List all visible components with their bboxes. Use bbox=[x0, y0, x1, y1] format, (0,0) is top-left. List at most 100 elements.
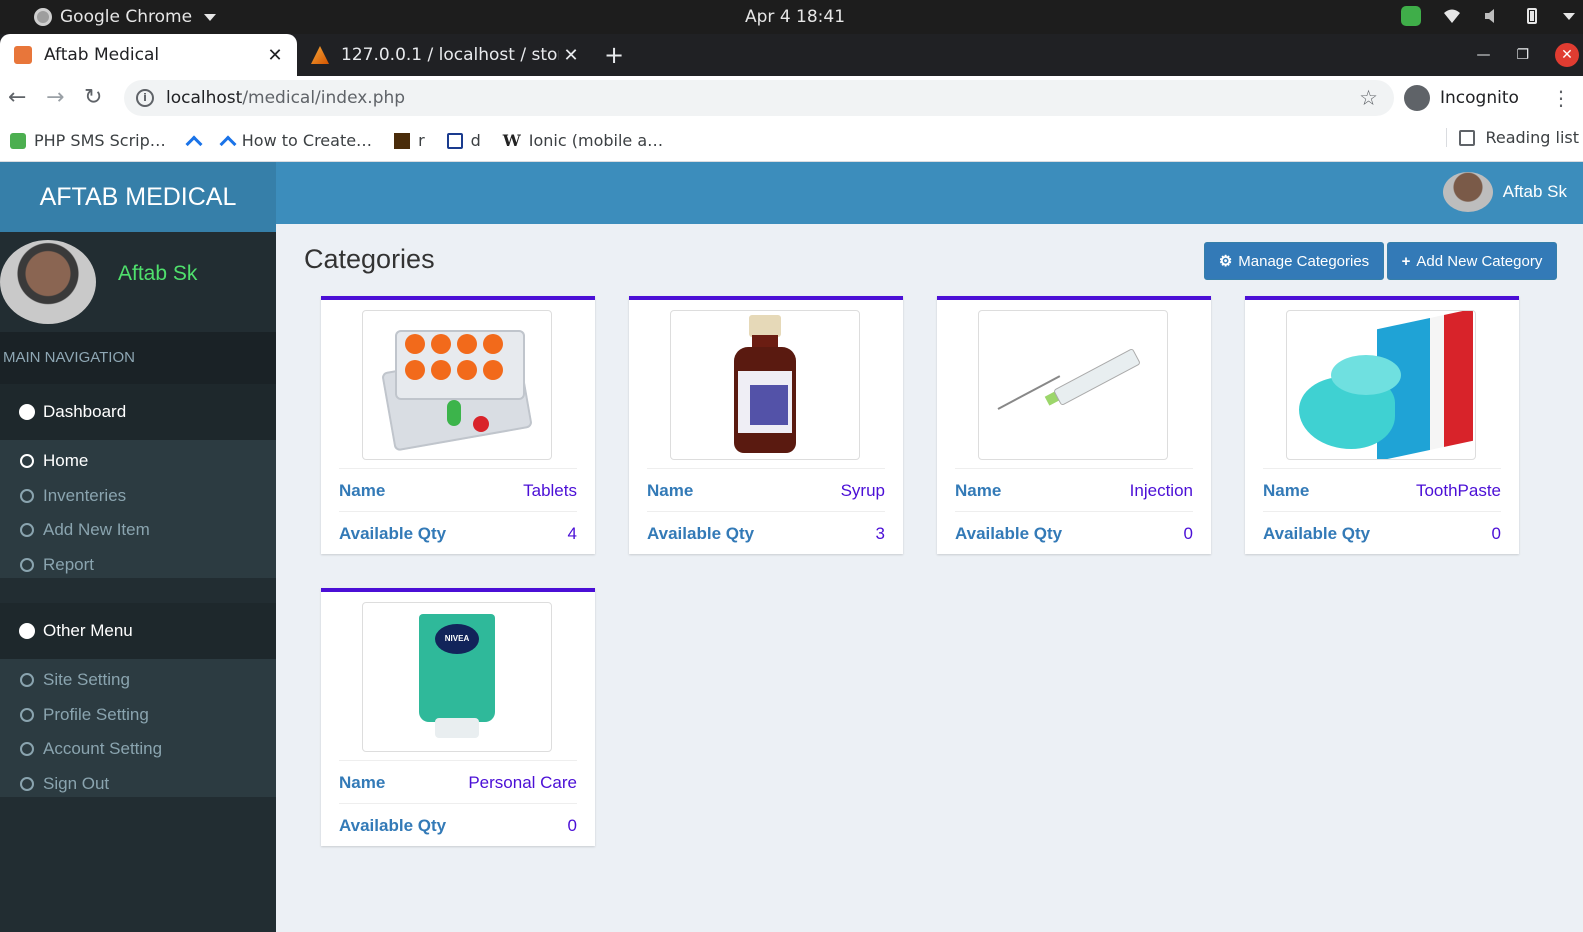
bookmark-star-icon[interactable]: ☆ bbox=[1359, 86, 1378, 110]
navbar-user-menu[interactable]: Aftab Sk bbox=[1442, 172, 1567, 212]
tab-phpmyadmin[interactable]: 127.0.0.1 / localhost / stor ✕ bbox=[297, 34, 593, 76]
sidebar-item-label: Account Setting bbox=[43, 739, 163, 759]
back-arrow-icon[interactable]: ← bbox=[8, 85, 26, 110]
sidebar: Aftab Sk MAIN NAVIGATION Dashboard Home … bbox=[0, 232, 276, 932]
forward-arrow-icon[interactable]: → bbox=[46, 85, 64, 110]
card-qty-row: Available Qty 0 bbox=[339, 803, 577, 847]
bookmark-item[interactable]: PHP SMS Scrip… bbox=[10, 131, 166, 150]
ionic-icon bbox=[446, 132, 463, 149]
dashboard-icon bbox=[19, 404, 35, 420]
circle-icon bbox=[20, 454, 34, 469]
reading-list-button[interactable]: Reading list bbox=[1446, 128, 1579, 147]
tablets-image bbox=[362, 310, 552, 460]
syrup-image bbox=[670, 310, 860, 460]
circle-icon bbox=[20, 707, 34, 722]
reload-icon[interactable]: ↻ bbox=[84, 85, 102, 110]
name-label: Name bbox=[339, 481, 386, 500]
syringe-image bbox=[978, 310, 1168, 460]
sidebar-item-account-setting[interactable]: Account Setting bbox=[0, 732, 276, 767]
battery-icon[interactable] bbox=[1523, 8, 1541, 24]
bookmark-label: Ionic (mobile a… bbox=[528, 131, 664, 150]
bookmark-item[interactable]: r bbox=[394, 131, 425, 150]
plus-icon: + bbox=[1401, 252, 1411, 270]
sidebar-item-add-new-item[interactable]: Add New Item bbox=[0, 513, 276, 548]
name-label: Name bbox=[339, 773, 386, 792]
window-close-icon[interactable]: ✕ bbox=[1555, 43, 1579, 67]
close-tab-icon[interactable]: ✕ bbox=[559, 45, 583, 66]
category-card-personal-care[interactable]: NIVEA Name Personal Care Available Qty 0 bbox=[321, 588, 595, 846]
url-path: /medical/index.php bbox=[242, 88, 406, 108]
sidebar-item-profile-setting[interactable]: Profile Setting bbox=[0, 698, 276, 733]
sidebar-item-inventeries[interactable]: Inventeries bbox=[0, 479, 276, 514]
manage-categories-button[interactable]: ⚙ Manage Categories bbox=[1204, 242, 1384, 280]
incognito-indicator[interactable]: Incognito bbox=[1404, 80, 1519, 116]
sidebar-item-home[interactable]: Home bbox=[0, 444, 276, 479]
category-card-toothpaste[interactable]: Name ToothPaste Available Qty 0 bbox=[1245, 296, 1519, 554]
card-qty-row: Available Qty 3 bbox=[647, 511, 885, 555]
close-tab-icon[interactable]: ✕ bbox=[263, 45, 287, 66]
nivea-logo: NIVEA bbox=[435, 624, 479, 654]
sidebar-item-dashboard[interactable]: Dashboard bbox=[0, 384, 276, 440]
info-icon[interactable]: i bbox=[136, 89, 154, 107]
bookmark-item[interactable] bbox=[185, 132, 203, 152]
chevron-up-icon bbox=[219, 135, 237, 152]
card-qty-row: Available Qty 0 bbox=[1263, 511, 1501, 555]
chrome-icon bbox=[34, 8, 52, 26]
category-card-tablets[interactable]: Name Tablets Available Qty 4 bbox=[321, 296, 595, 554]
shield-icon[interactable] bbox=[1401, 6, 1421, 26]
face-wash-image: NIVEA bbox=[362, 602, 552, 752]
os-clock[interactable]: Apr 4 18:41 bbox=[745, 7, 845, 27]
category-card-syrup[interactable]: Name Syrup Available Qty 3 bbox=[629, 296, 903, 554]
toothpaste-image bbox=[1286, 310, 1476, 460]
incognito-label: Incognito bbox=[1440, 88, 1519, 108]
circle-icon bbox=[20, 488, 34, 503]
card-name-row: Name Tablets bbox=[339, 468, 577, 512]
tab-aftab-medical[interactable]: Aftab Medical ✕ bbox=[0, 34, 297, 76]
app-logo[interactable]: AFTAB MEDICAL bbox=[0, 162, 276, 232]
category-name: Personal Care bbox=[468, 773, 577, 792]
sidebar-item-label: Dashboard bbox=[43, 402, 127, 421]
add-new-category-button[interactable]: + Add New Category bbox=[1387, 242, 1557, 280]
app-navbar: Aftab Sk bbox=[276, 162, 1583, 224]
qty-label: Available Qty bbox=[339, 816, 447, 835]
incognito-icon bbox=[1404, 85, 1430, 111]
bookmark-item[interactable]: W Ionic (mobile a… bbox=[503, 131, 663, 150]
os-tray[interactable] bbox=[1401, 6, 1575, 26]
sidebar-item-label: Sign Out bbox=[43, 773, 110, 793]
new-tab-button[interactable]: + bbox=[604, 41, 624, 69]
sidebar-item-label: Add New Item bbox=[43, 520, 150, 540]
card-qty-row: Available Qty 0 bbox=[955, 511, 1193, 555]
sidebar-item-label: Inventeries bbox=[43, 485, 127, 505]
system-menu-caret-icon[interactable] bbox=[1563, 12, 1575, 20]
wifi-icon[interactable] bbox=[1443, 8, 1461, 24]
address-bar[interactable]: i localhost/medical/index.php ☆ bbox=[124, 80, 1394, 116]
medical-favicon-icon bbox=[14, 46, 32, 64]
button-label: Add New Category bbox=[1416, 252, 1543, 270]
sidebar-item-label: Report bbox=[43, 554, 95, 574]
restore-icon[interactable]: ❐ bbox=[1516, 47, 1529, 63]
card-name-row: Name ToothPaste bbox=[1263, 468, 1501, 512]
os-app-menu[interactable]: Google Chrome bbox=[34, 7, 217, 27]
sidebar-item-site-setting[interactable]: Site Setting bbox=[0, 663, 276, 698]
bookmark-item[interactable]: How to Create… bbox=[219, 131, 373, 152]
category-name: Tablets bbox=[523, 481, 577, 500]
bookmark-item[interactable]: d bbox=[446, 131, 481, 150]
reading-list-icon bbox=[1459, 129, 1476, 146]
bookmark-label: How to Create… bbox=[241, 131, 373, 150]
url-text[interactable]: localhost/medical/index.php bbox=[166, 88, 405, 108]
minimize-icon[interactable]: — bbox=[1476, 47, 1490, 63]
window-controls: — ❐ ✕ bbox=[1476, 34, 1583, 76]
sidebar-item-label: Home bbox=[43, 451, 89, 471]
bookmark-label: PHP SMS Scrip… bbox=[34, 131, 166, 150]
sidebar-item-other-menu[interactable]: Other Menu bbox=[0, 603, 276, 659]
sidebar-item-sign-out[interactable]: Sign Out bbox=[0, 767, 276, 802]
category-name: ToothPaste bbox=[1415, 481, 1501, 500]
category-card-injection[interactable]: Name Injection Available Qty 0 bbox=[937, 296, 1211, 554]
category-qty: 3 bbox=[875, 524, 885, 543]
browser-menu-icon[interactable]: ⋮ bbox=[1551, 86, 1571, 110]
bookmark-label: r bbox=[418, 131, 425, 150]
volume-icon[interactable] bbox=[1483, 8, 1501, 24]
sidebar-item-report[interactable]: Report bbox=[0, 548, 276, 583]
category-qty: 0 bbox=[567, 816, 577, 835]
circle-icon bbox=[20, 776, 34, 791]
